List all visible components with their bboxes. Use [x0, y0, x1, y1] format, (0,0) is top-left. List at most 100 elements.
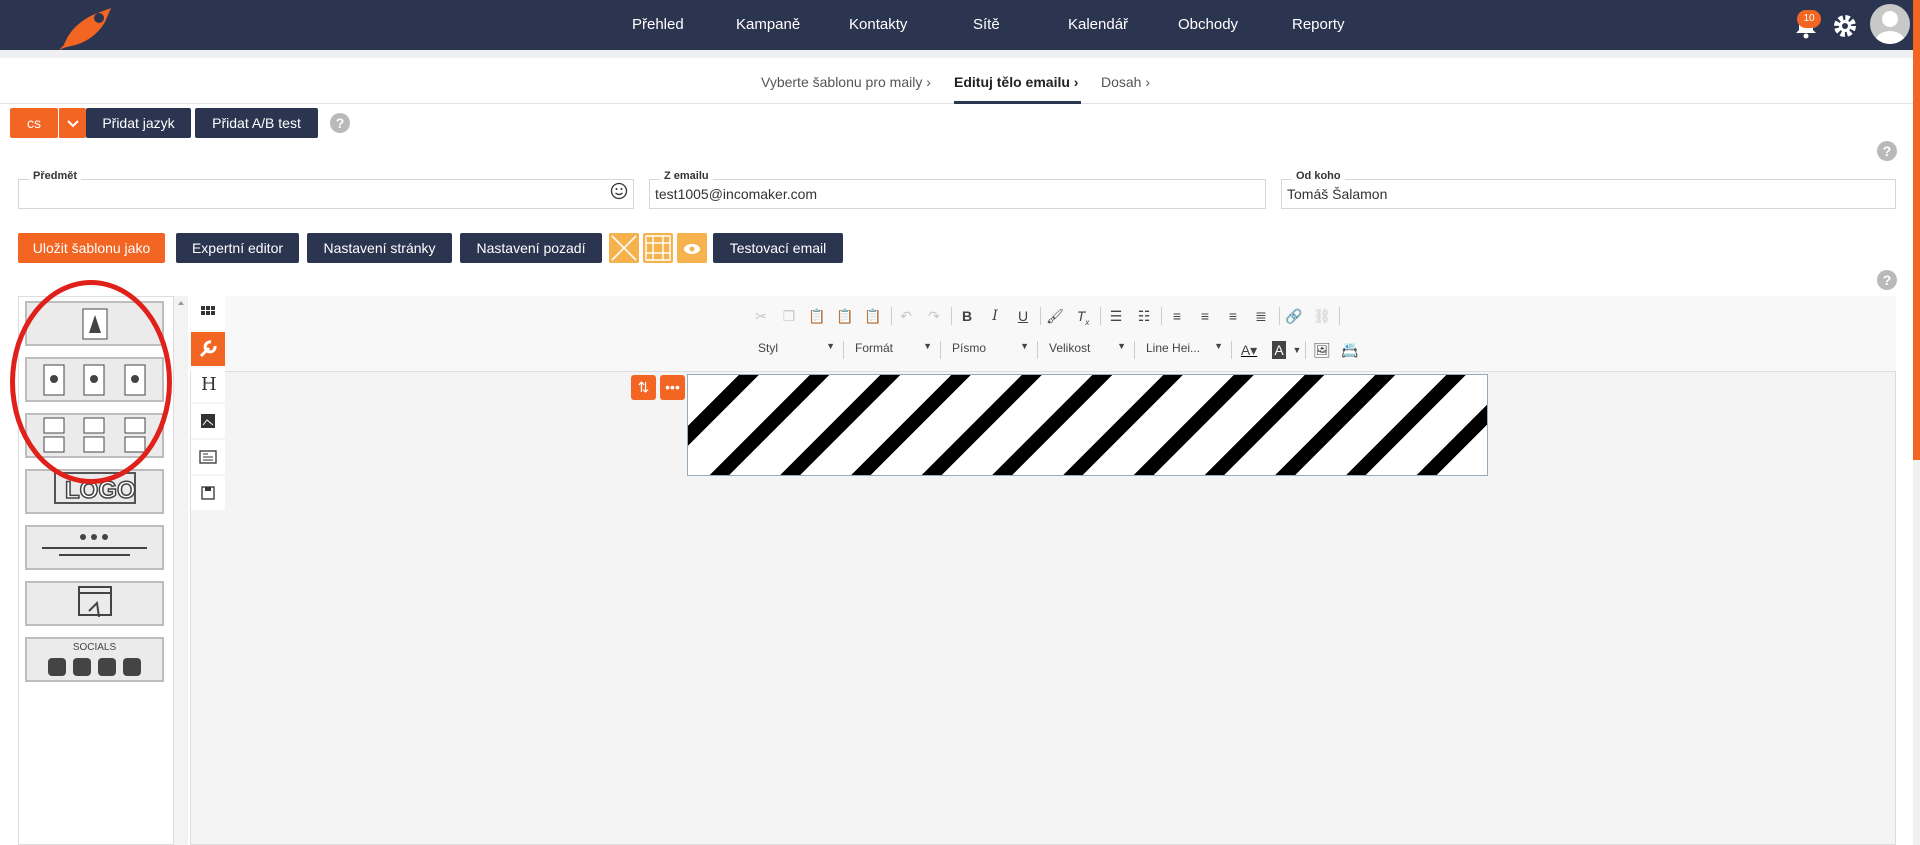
active-step-indicator — [954, 101, 1081, 104]
from-email-label: Z emailu — [660, 170, 713, 182]
block-logo[interactable]: LOGO — [25, 469, 164, 514]
gear-icon[interactable] — [1832, 13, 1858, 39]
help-icon[interactable]: ? — [1877, 141, 1897, 161]
blocks-panel: LOGO SOCIALS — [18, 296, 174, 845]
add-ab-test-button[interactable]: Přidat A/B test — [195, 108, 318, 138]
styles-dropdown[interactable]: Styl ▼ — [758, 341, 835, 359]
eye-icon — [684, 244, 700, 254]
italic-icon[interactable]: I — [986, 307, 1004, 325]
expert-editor-button[interactable]: Expertní editor — [176, 233, 299, 263]
redo-icon[interactable]: ↷ — [925, 307, 943, 325]
dropdown-arrow-icon: ▼ — [1117, 341, 1126, 351]
step-edit-body[interactable]: Edituj tělo emailu › — [954, 74, 1078, 90]
block-divider[interactable] — [25, 525, 164, 570]
align-left-icon[interactable]: ≡ — [1168, 307, 1186, 325]
move-block-icon[interactable]: ⇅ — [631, 375, 656, 400]
size-dropdown[interactable]: Velikost ▼ — [1049, 341, 1126, 359]
copy-icon[interactable]: ❐ — [780, 307, 798, 325]
add-language-button[interactable]: Přidat jazyk — [86, 108, 191, 138]
nav-kampane[interactable]: Kampaně — [736, 16, 800, 33]
format-dropdown-label: Formát — [855, 341, 894, 355]
step-choose-template[interactable]: Vyberte šablonu pro maily › — [761, 74, 931, 90]
heading-tool[interactable]: H — [191, 368, 225, 402]
block-six-images[interactable] — [25, 413, 164, 458]
save-template-as-button[interactable]: Uložit šablonu jako — [18, 233, 165, 263]
undo-icon[interactable]: ↶ — [897, 307, 915, 325]
language-dropdown-toggle[interactable] — [58, 108, 86, 138]
page-settings-button[interactable]: Nastavení stránky — [307, 233, 452, 263]
numbered-list-icon[interactable]: ☰ — [1107, 307, 1125, 325]
help-icon[interactable]: ? — [1877, 270, 1897, 290]
apps-grid-tool[interactable] — [191, 296, 225, 330]
subject-field[interactable] — [18, 179, 634, 209]
fullscreen-icon[interactable] — [609, 233, 639, 263]
help-icon[interactable]: ? — [330, 113, 350, 133]
background-color-icon[interactable]: A — [1272, 341, 1286, 359]
block-socials[interactable]: SOCIALS — [25, 637, 164, 682]
underline-icon[interactable]: U — [1014, 307, 1032, 325]
floppy-disk-icon — [201, 486, 215, 500]
dropdown-arrow-icon: ▼ — [923, 341, 932, 351]
preview-icon[interactable] — [677, 233, 707, 263]
divider-icon — [42, 534, 147, 556]
step-label: Dosah — [1101, 74, 1142, 90]
toolbar-separator — [843, 341, 844, 359]
article-tool[interactable] — [191, 440, 225, 474]
click-icon — [78, 586, 112, 618]
step-reach[interactable]: Dosah › — [1101, 74, 1150, 90]
background-settings-button[interactable]: Nastavení pozadí — [460, 233, 602, 263]
save-tool[interactable] — [191, 476, 225, 510]
more-options-icon[interactable]: ••• — [660, 375, 685, 400]
insert-placeholder-icon[interactable]: 📇 — [1341, 341, 1359, 359]
test-email-button[interactable]: Testovací email — [713, 233, 843, 263]
wrench-icon — [199, 340, 217, 358]
emoji-icon[interactable] — [610, 182, 628, 200]
toolbar-separator — [1339, 307, 1340, 325]
line-height-dropdown[interactable]: Line Hei... ▼ — [1146, 341, 1223, 359]
language-select[interactable]: cs — [10, 108, 58, 138]
block-one-image[interactable] — [25, 301, 164, 346]
image-tool[interactable] — [191, 404, 225, 438]
block-three-images[interactable] — [25, 357, 164, 402]
bold-icon[interactable]: B — [958, 307, 976, 325]
paste-word-icon[interactable]: 📋 — [864, 307, 882, 325]
six-images-icon — [43, 417, 146, 453]
user-avatar[interactable] — [1870, 4, 1910, 44]
link-icon[interactable]: 🔗 — [1285, 307, 1303, 325]
user-silhouette-icon — [1875, 11, 1905, 44]
nav-reporty[interactable]: Reporty — [1292, 16, 1345, 33]
cut-icon[interactable]: ✂ — [752, 307, 770, 325]
dropdown-arrow-icon[interactable]: ▼ — [1288, 341, 1306, 359]
nav-kalendar[interactable]: Kalendář — [1068, 16, 1128, 33]
format-painter-icon[interactable]: 🖌 — [1046, 307, 1064, 325]
heading-icon: H — [201, 374, 217, 395]
toolbar-separator — [1100, 307, 1101, 325]
font-dropdown[interactable]: Písmo ▼ — [952, 341, 1029, 359]
nav-prehled[interactable]: Přehled — [632, 16, 684, 33]
paste-text-icon[interactable]: 📋 — [836, 307, 854, 325]
blocks-panel-scrollbar[interactable] — [174, 296, 188, 845]
unlink-icon[interactable]: ⛓ — [1313, 307, 1331, 325]
paste-icon[interactable]: 📋 — [808, 307, 826, 325]
scrollbar-thumb[interactable] — [1913, 0, 1920, 460]
rocket-logo-icon[interactable] — [55, 4, 125, 50]
scrollbar-track[interactable] — [1913, 460, 1920, 845]
block-button[interactable] — [25, 581, 164, 626]
from-name-field[interactable]: Tomáš Šalamon — [1281, 179, 1896, 209]
settings-tool[interactable] — [191, 332, 225, 366]
nav-site[interactable]: Sítě — [973, 16, 1000, 33]
align-center-icon[interactable]: ≡ — [1196, 307, 1214, 325]
format-dropdown[interactable]: Formát ▼ — [855, 341, 932, 359]
grid-toggle-icon[interactable] — [643, 233, 673, 263]
nav-obchody[interactable]: Obchody — [1178, 16, 1238, 33]
align-justify-icon[interactable]: ≣ — [1252, 307, 1270, 325]
insert-image-icon[interactable]: 🖼 — [1313, 341, 1331, 359]
scroll-up-arrow-icon[interactable] — [174, 296, 188, 310]
nav-kontakty[interactable]: Kontakty — [849, 16, 907, 33]
align-right-icon[interactable]: ≡ — [1224, 307, 1242, 325]
from-email-field[interactable]: test1005@incomaker.com — [649, 179, 1266, 209]
bulleted-list-icon[interactable]: ☷ — [1135, 307, 1153, 325]
remove-format-icon[interactable]: Tx — [1074, 307, 1092, 327]
text-color-icon[interactable]: A▾ — [1240, 341, 1258, 359]
striped-placeholder-block[interactable] — [687, 374, 1488, 476]
